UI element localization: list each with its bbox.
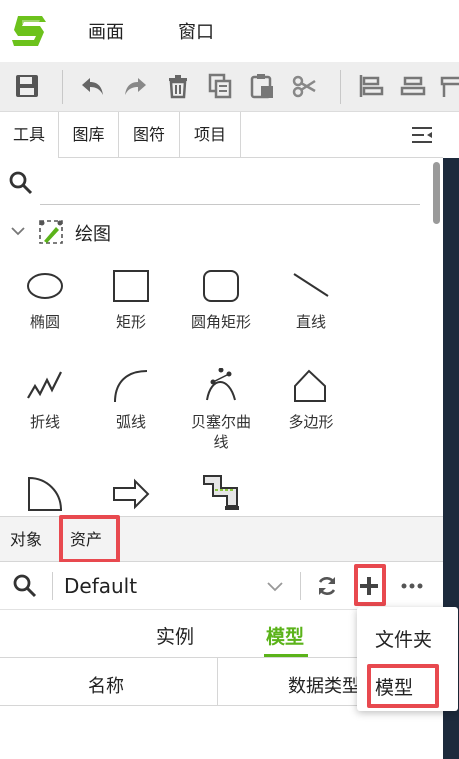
ellipse-icon [27, 273, 63, 299]
copy-icon[interactable] [207, 73, 233, 99]
paste-icon[interactable] [249, 73, 275, 99]
shape-arc[interactable]: 弧线 [86, 368, 176, 432]
shape-label: 多边形 [288, 413, 334, 431]
tab-tools[interactable]: 工具 [0, 112, 59, 158]
menu-bar: 画面 窗口 [0, 0, 459, 62]
redo-icon[interactable] [122, 73, 148, 99]
highlight-assets-tab [59, 515, 120, 563]
canvas-ruler [443, 112, 459, 158]
subtab-models[interactable]: 模型 [266, 622, 304, 649]
shape-quarter-circle[interactable] [0, 474, 90, 512]
arrow-shape-icon [113, 478, 150, 510]
polyline-icon [27, 371, 62, 399]
column-divider [217, 658, 218, 706]
column-name[interactable]: 名称 [88, 672, 124, 698]
shape-arrow[interactable] [86, 478, 176, 510]
menu-window[interactable]: 窗口 [178, 18, 214, 44]
rectangle-icon [113, 270, 149, 302]
shape-label: 弧线 [115, 413, 146, 431]
shape-label: 矩形 [115, 313, 146, 331]
align-right-icon[interactable] [440, 73, 459, 99]
align-center-icon[interactable] [400, 73, 426, 99]
tab-project[interactable]: 项目 [180, 112, 241, 158]
polygon-icon [294, 369, 326, 402]
drawing-category-icon [39, 220, 63, 244]
refresh-icon[interactable] [316, 575, 338, 597]
toolbar-separator [340, 70, 341, 104]
shape-bezier[interactable]: 贝塞尔曲线 [176, 368, 266, 452]
shape-label: 椭圆 [29, 313, 60, 331]
menu-item-folder[interactable]: 文件夹 [375, 625, 432, 652]
panel-tabs: 工具 图库 图符 项目 [0, 112, 443, 158]
column-data-type[interactable]: 数据类型 [288, 672, 360, 698]
divider [52, 572, 53, 600]
shape-rectangle[interactable]: 矩形 [86, 268, 176, 332]
chevron-down-icon[interactable] [266, 580, 284, 592]
shape-ellipse[interactable]: 椭圆 [0, 268, 90, 332]
shape-label: 直线 [295, 313, 326, 331]
subtab-instances[interactable]: 实例 [156, 622, 194, 649]
scrollbar-thumb[interactable] [433, 162, 440, 224]
library-select[interactable]: Default [64, 574, 137, 598]
scrollbar[interactable] [430, 158, 443, 516]
active-tab-indicator [264, 654, 308, 657]
toolbar [0, 62, 459, 112]
highlight-add-button [354, 564, 386, 606]
search-row [0, 158, 430, 208]
chevron-down-icon[interactable] [10, 225, 26, 237]
shape-line[interactable]: 直线 [266, 268, 356, 332]
shape-label: 贝塞尔曲线 [190, 413, 251, 451]
toolbar-separator [62, 70, 63, 104]
save-icon[interactable] [14, 73, 40, 99]
line-icon [293, 273, 329, 297]
section-title: 绘图 [75, 224, 111, 245]
bezier-icon [206, 368, 236, 401]
panel-menu-icon[interactable] [410, 124, 434, 146]
quarter-circle-icon [28, 476, 63, 511]
highlight-model-item [367, 664, 439, 708]
pipe-icon [203, 475, 239, 510]
shape-pipe[interactable] [176, 472, 266, 512]
menu-screen[interactable]: 画面 [88, 18, 124, 44]
delete-icon[interactable] [165, 73, 191, 99]
cut-icon[interactable] [291, 73, 317, 99]
shape-rounded-rectangle[interactable]: 圆角矩形 [176, 268, 266, 332]
rounded-rectangle-icon [203, 270, 239, 302]
align-left-icon[interactable] [358, 73, 384, 99]
divider [300, 572, 301, 600]
tab-symbols[interactable]: 图符 [119, 112, 180, 158]
app-logo-icon[interactable] [12, 14, 48, 48]
section-drawing-header[interactable]: 绘图 [0, 212, 430, 252]
tab-gallery[interactable]: 图库 [59, 112, 119, 158]
arc-icon [114, 370, 148, 403]
search-icon[interactable] [12, 573, 38, 599]
shape-label: 圆角矩形 [190, 313, 251, 331]
shape-polygon[interactable]: 多边形 [266, 368, 356, 432]
shape-polyline[interactable]: 折线 [0, 368, 90, 432]
shape-label: 折线 [29, 413, 60, 431]
more-icon[interactable] [400, 582, 424, 590]
tab-objects[interactable]: 对象 [10, 517, 42, 563]
search-underline [40, 204, 420, 205]
search-input[interactable] [40, 168, 420, 202]
undo-icon[interactable] [80, 73, 106, 99]
search-icon[interactable] [8, 170, 34, 196]
